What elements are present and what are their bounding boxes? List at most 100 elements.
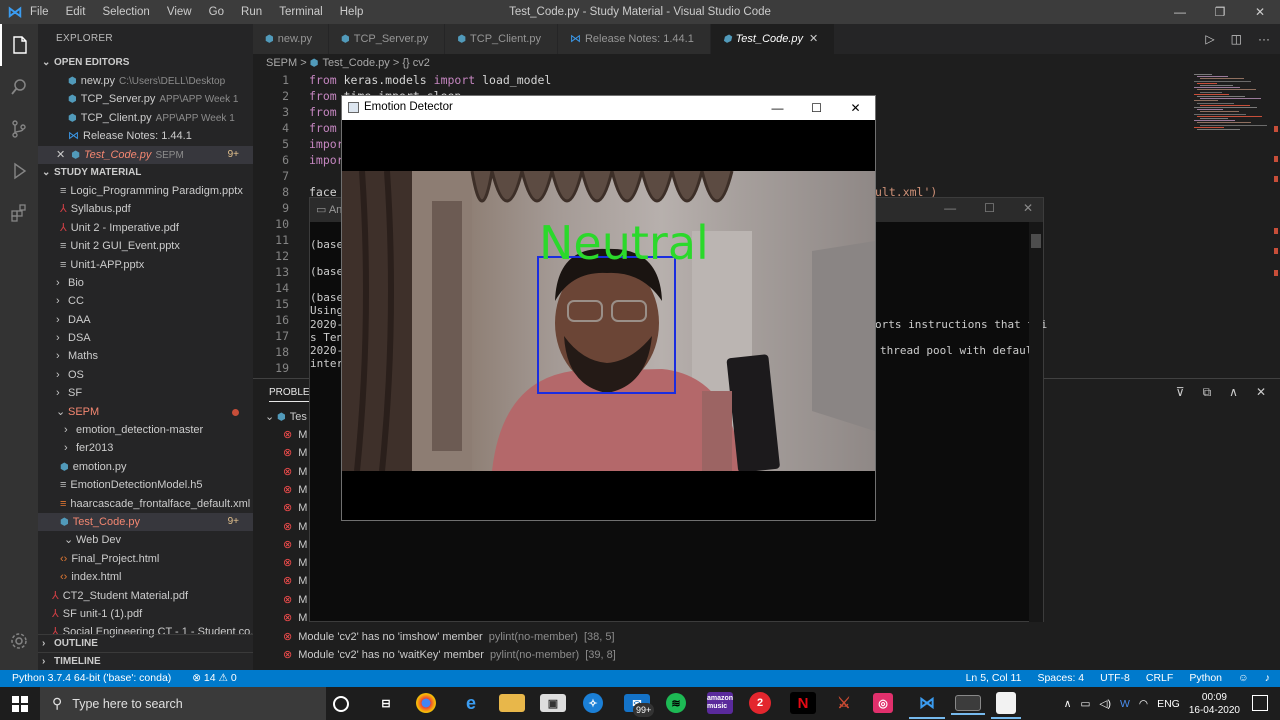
file-item[interactable]: ‹› Final_Project.html	[38, 550, 253, 568]
game-icon[interactable]: ⚔	[831, 692, 857, 714]
problem-row[interactable]: ⊗ M	[283, 499, 307, 517]
file-item[interactable]: ⬢ emotion.py	[38, 458, 253, 476]
file-item[interactable]: ≡ Unit1-APP.pptx	[38, 256, 253, 274]
action-center-icon[interactable]	[1252, 695, 1268, 711]
problem-row[interactable]: ⊗ M	[283, 572, 307, 590]
instagram-icon[interactable]: ◎	[873, 693, 893, 713]
emotion-maximize-button[interactable]: ☐	[797, 96, 836, 120]
taskbar-search-box[interactable]: ⚲ Type here to search	[40, 687, 326, 720]
extensions-icon[interactable]	[0, 192, 38, 234]
store-icon[interactable]: ▣	[540, 694, 566, 712]
file-item[interactable]: ⅄ Unit 2 - Imperative.pdf	[38, 219, 253, 237]
chevron-up-icon[interactable]: ∧	[1064, 698, 1072, 710]
windows-start-icon[interactable]	[0, 687, 40, 720]
maximize-button[interactable]: ❐	[1200, 0, 1240, 24]
breadcrumb-folder[interactable]: SEPM	[266, 57, 297, 69]
tab-new-py[interactable]: ⬢ new.py	[253, 24, 329, 54]
search-icon[interactable]	[0, 66, 38, 108]
problem-row[interactable]: ⊗ M	[283, 554, 307, 572]
spotify-icon[interactable]: ≋	[666, 693, 686, 713]
open-editors-section[interactable]: ⌄ OPEN EDITORS	[38, 54, 253, 72]
menu-go[interactable]: Go	[209, 6, 224, 18]
source-control-icon[interactable]	[0, 108, 38, 150]
word-icon[interactable]: W	[1120, 698, 1130, 710]
problem-row[interactable]: ⊗ M	[283, 444, 307, 462]
file-item[interactable]: ≡ EmotionDetectionModel.h5	[38, 476, 253, 494]
file-item[interactable]: ⅄ Syllabus.pdf	[38, 200, 253, 218]
folder-item[interactable]: › emotion_detection-master	[38, 421, 253, 439]
file-item[interactable]: ‹› index.html	[38, 568, 253, 586]
tab-release-notes[interactable]: ⋈ Release Notes: 1.44.1	[557, 24, 711, 54]
problem-row[interactable]: ⊗ Module 'cv2' has no 'imshow' member pyli…	[283, 628, 615, 646]
cortana-icon[interactable]	[333, 696, 349, 712]
file-item[interactable]: ⅄ CT2_Student Material.pdf	[38, 587, 253, 605]
task-view-icon[interactable]: ⊟	[373, 692, 399, 714]
app-icon[interactable]: 2	[749, 692, 771, 714]
filter-icon[interactable]: ⊽	[1176, 385, 1185, 400]
folder-item[interactable]: › CC	[38, 292, 253, 310]
file-item[interactable]: ≡ Unit 2 GUI_Event.pptx	[38, 237, 253, 255]
menu-terminal[interactable]: Terminal	[279, 6, 322, 18]
console-maximize-button[interactable]: ☐	[984, 201, 995, 215]
run-file-icon[interactable]: ▷	[1205, 32, 1214, 46]
menu-help[interactable]: Help	[340, 6, 364, 18]
problem-group[interactable]: ⌄ ⬢ Tes	[265, 408, 307, 426]
collapse-all-icon[interactable]: ⧉	[1203, 385, 1212, 400]
battery-icon[interactable]: ▭	[1080, 698, 1090, 710]
python-interpreter[interactable]: Python 3.7.4 64-bit ('base': conda)	[12, 672, 171, 684]
folder-item[interactable]: › Bio	[38, 274, 253, 292]
workspace-section[interactable]: ⌄ STUDY MATERIAL	[38, 164, 253, 182]
file-item[interactable]: ⅄ SF unit-1 (1).pdf	[38, 605, 253, 623]
end-of-line[interactable]: CRLF	[1146, 670, 1173, 687]
feedback-icon[interactable]: ☺	[1238, 670, 1249, 687]
close-panel-icon[interactable]: ✕	[1256, 385, 1266, 400]
indentation[interactable]: Spaces: 4	[1037, 670, 1084, 687]
volume-icon[interactable]: ◁)	[1099, 698, 1111, 710]
problem-row[interactable]: ⊗ M	[283, 536, 307, 554]
console-close-button[interactable]: ✕	[1023, 201, 1033, 215]
problem-row[interactable]: ⊗ M	[283, 426, 307, 444]
file-item[interactable]: ≡ haarcascade_frontalface_default.xml	[38, 495, 253, 513]
menu-selection[interactable]: Selection	[102, 6, 149, 18]
breadcrumb-file[interactable]: Test_Code.py	[322, 57, 389, 69]
warning-count[interactable]: ⚠ 0	[219, 672, 237, 684]
problem-row[interactable]: ⊗ Module 'cv2' has no 'waitKey' member pyl…	[283, 646, 616, 664]
close-icon[interactable]: ✕	[56, 149, 65, 161]
netflix-icon[interactable]: N	[790, 692, 816, 714]
minimap[interactable]	[1190, 72, 1270, 378]
emotion-detector-window[interactable]: Emotion Detector — ☐ ✕ Neutral	[341, 95, 876, 521]
emotion-close-button[interactable]: ✕	[836, 96, 875, 120]
problem-row[interactable]: ⊗ M	[283, 591, 307, 609]
problem-row[interactable]: ⊗ M	[283, 481, 307, 499]
tab-test-code[interactable]: ⬢ Test_Code.py ✕	[710, 24, 836, 54]
clock[interactable]: 00:09 16-04-2020	[1189, 691, 1240, 717]
cursor-position[interactable]: Ln 5, Col 11	[966, 670, 1022, 687]
folder-item[interactable]: ⌄ SEPM	[38, 403, 253, 421]
minimize-button[interactable]: —	[1160, 0, 1200, 24]
more-actions-icon[interactable]: ···	[1258, 32, 1270, 46]
files-icon[interactable]	[0, 24, 38, 66]
notepad-taskbar-icon[interactable]	[991, 692, 1021, 719]
folder-item[interactable]: › Maths	[38, 347, 253, 365]
open-editor-item[interactable]: ⋈ Release Notes: 1.44.1	[38, 127, 253, 145]
tab-tcp-client[interactable]: ⬢ TCP_Client.py	[445, 24, 558, 54]
safari-icon[interactable]: ✧	[583, 693, 603, 713]
problem-row[interactable]: ⊗ M	[283, 518, 307, 536]
amazon-music-icon[interactable]: amazon music	[707, 692, 733, 714]
menu-run[interactable]: Run	[241, 6, 262, 18]
edge-icon[interactable]: e	[458, 692, 484, 714]
open-editor-item[interactable]: ⬢ TCP_Client.py APP\APP Week 1	[38, 109, 253, 127]
close-icon[interactable]: ✕	[809, 33, 818, 45]
console-scrollbar[interactable]	[1029, 222, 1043, 622]
file-explorer-icon[interactable]	[499, 694, 525, 712]
timeline-section[interactable]: › TIMELINE	[38, 652, 253, 670]
gear-icon[interactable]	[0, 620, 38, 662]
menu-view[interactable]: View	[167, 6, 192, 18]
run-icon[interactable]	[0, 150, 38, 192]
console-minimize-button[interactable]: —	[944, 201, 956, 215]
folder-item[interactable]: › fer2013	[38, 439, 253, 457]
folder-item[interactable]: ⌄ Web Dev	[38, 531, 253, 549]
menu-file[interactable]: File	[30, 6, 49, 18]
tab-tcp-server[interactable]: ⬢ TCP_Server.py	[328, 24, 446, 54]
folder-item[interactable]: › DSA	[38, 329, 253, 347]
